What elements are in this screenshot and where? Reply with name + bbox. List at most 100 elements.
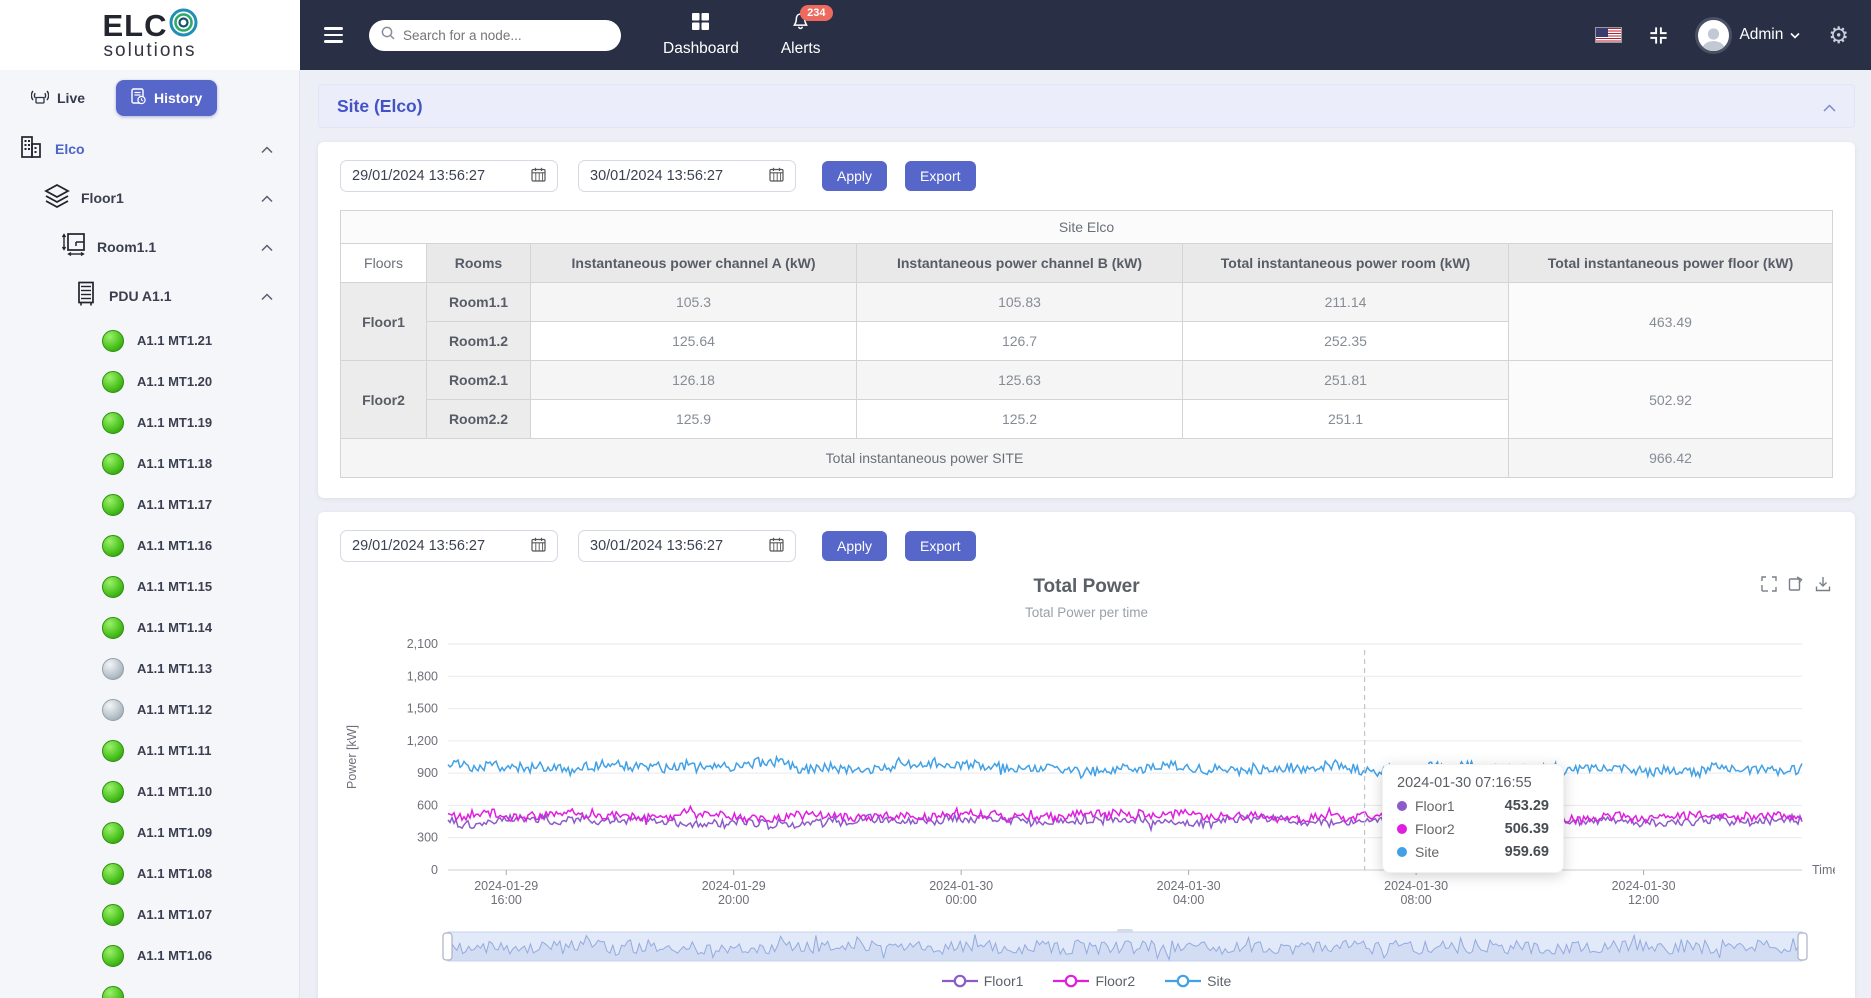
meter-item[interactable]: A1.1 MT1.06 <box>0 935 299 976</box>
meter-item[interactable]: A1.1 MT1.07 <box>0 894 299 935</box>
meter-item[interactable]: A1.1 MT1.15 <box>0 566 299 607</box>
meter-label: A1.1 MT1.18 <box>137 456 212 471</box>
tab-history-label: History <box>154 90 202 106</box>
calendar-icon[interactable] <box>769 537 784 556</box>
apply-button[interactable]: Apply <box>822 161 887 191</box>
legend-item-floor1[interactable]: Floor1 <box>942 973 1024 989</box>
restore-icon[interactable] <box>1788 576 1804 597</box>
nav-alerts[interactable]: 234 Alerts <box>781 12 821 58</box>
meter-item[interactable]: A1.1 MT1.09 <box>0 812 299 853</box>
table-title: Site Elco <box>341 211 1833 244</box>
table-filter-row: 29/01/2024 13:56:27 30/01/2024 13:56:27 … <box>340 160 1833 192</box>
chart-to-date-input[interactable]: 30/01/2024 13:56:27 <box>578 530 796 562</box>
total-power-line-chart[interactable]: 03006009001,2001,5001,8002,100Power [kW]… <box>340 624 1835 914</box>
brand-name: ELC <box>103 8 198 42</box>
meter-item[interactable]: A1.1 MT1.08 <box>0 853 299 894</box>
user-menu[interactable]: Admin <box>1695 17 1800 54</box>
room-total-cell: 211.14 <box>1183 283 1509 322</box>
search-input[interactable] <box>403 28 609 43</box>
table-from-date-input[interactable]: 29/01/2024 13:56:27 <box>340 160 558 192</box>
save-image-icon[interactable] <box>1815 576 1831 597</box>
meter-item[interactable]: A1.1 MT1.13 <box>0 648 299 689</box>
tooltip-timestamp: 2024-01-30 07:16:55 <box>1397 775 1549 791</box>
slider-right-handle[interactable] <box>1798 933 1807 960</box>
tree-node-pdu-a1-1[interactable]: PDU A1.1 <box>0 271 299 320</box>
to-date-value: 30/01/2024 13:56:27 <box>590 168 723 184</box>
meter-label: A1.1 MT1.21 <box>137 333 212 348</box>
site-panel-header[interactable]: Site (Elco) <box>318 84 1855 128</box>
legend-item-floor2[interactable]: Floor2 <box>1053 973 1135 989</box>
svg-text:2024-01-30: 2024-01-30 <box>929 879 993 893</box>
status-green-icon <box>102 494 124 516</box>
export-button[interactable]: Export <box>905 531 975 561</box>
floor-cell: Floor1 <box>341 283 427 361</box>
room-cell: Room1.1 <box>427 283 531 322</box>
legend-marker-icon <box>942 974 978 988</box>
meter-label: A1.1 MT1.07 <box>137 907 212 922</box>
table-row: Floor2Room2.1126.18125.63251.81502.92 <box>341 361 1833 400</box>
meter-item[interactable]: A1.1 MT1.11 <box>0 730 299 771</box>
status-green-icon <box>102 330 124 352</box>
meter-item[interactable]: A1.1 MT1.19 <box>0 402 299 443</box>
svg-text:2024-01-30: 2024-01-30 <box>1157 879 1221 893</box>
tree-node-elco[interactable]: Elco <box>0 124 299 173</box>
brand-logo[interactable]: ELC solutions <box>0 0 300 70</box>
chart-area: 03006009001,2001,5001,8002,100Power [kW]… <box>340 624 1833 919</box>
svg-text:12:00: 12:00 <box>1628 893 1659 907</box>
meter-label: A1.1 MT1.12 <box>137 702 212 717</box>
floor-total-cell: 463.49 <box>1509 283 1833 361</box>
slider-left-handle[interactable] <box>443 933 452 960</box>
calendar-icon[interactable] <box>531 167 546 186</box>
calendar-icon[interactable] <box>769 167 784 186</box>
tab-live[interactable]: Live <box>16 81 100 115</box>
table-to-date-input[interactable]: 30/01/2024 13:56:27 <box>578 160 796 192</box>
datazoom-slider[interactable] <box>340 929 1835 965</box>
meter-item[interactable]: A1.1 MT1.18 <box>0 443 299 484</box>
meter-item[interactable]: A1.1 MT1.21 <box>0 320 299 361</box>
calendar-icon[interactable] <box>531 537 546 556</box>
tree-node-room1-1[interactable]: Room1.1 <box>0 222 299 271</box>
apply-button[interactable]: Apply <box>822 531 887 561</box>
export-button[interactable]: Export <box>905 161 975 191</box>
meter-item[interactable]: A1.1 MT1.20 <box>0 361 299 402</box>
tree-node-floor1[interactable]: Floor1 <box>0 173 299 222</box>
us-flag-icon[interactable] <box>1595 27 1622 43</box>
svg-text:2024-01-30: 2024-01-30 <box>1384 879 1448 893</box>
meter-item[interactable]: A1.1 MT1.17 <box>0 484 299 525</box>
gear-icon[interactable]: ⚙ <box>1828 24 1849 47</box>
tree-node-label: Room1.1 <box>97 239 156 255</box>
nav-dashboard[interactable]: Dashboard <box>663 12 739 58</box>
chart-title: Total Power <box>340 576 1833 598</box>
panel-collapse-chevron-up-icon[interactable] <box>1823 96 1836 117</box>
compress-icon[interactable] <box>1648 25 1669 46</box>
site-table-card: 29/01/2024 13:56:27 30/01/2024 13:56:27 … <box>318 142 1855 498</box>
tooltip-series-name: Floor2 <box>1415 821 1455 837</box>
column-header: Rooms <box>427 244 531 283</box>
room-cell: Room2.2 <box>427 400 531 439</box>
menu-icon[interactable] <box>324 27 343 43</box>
legend-item-site[interactable]: Site <box>1165 973 1231 989</box>
room-cell: Room2.1 <box>427 361 531 400</box>
tab-history[interactable]: History <box>116 80 217 116</box>
svg-text:2,100: 2,100 <box>407 637 438 651</box>
chevron-up-icon[interactable] <box>261 288 273 304</box>
logo-swirl-icon <box>168 8 198 42</box>
meter-item[interactable]: A1.1 MT1.16 <box>0 525 299 566</box>
alerts-count-badge: 234 <box>800 5 832 21</box>
node-search[interactable] <box>369 20 621 51</box>
chevron-down-icon <box>1790 26 1800 44</box>
zoom-select-icon[interactable] <box>1761 576 1777 597</box>
dashboard-grid-icon <box>691 12 710 36</box>
chevron-up-icon[interactable] <box>261 190 273 206</box>
meter-item[interactable]: A1.1 MT1.12 <box>0 689 299 730</box>
meter-item[interactable]: A1.1 MT1.14 <box>0 607 299 648</box>
history-icon <box>131 88 146 108</box>
chevron-up-icon[interactable] <box>261 239 273 255</box>
status-green-icon <box>102 453 124 475</box>
room-cell: Room1.2 <box>427 322 531 361</box>
chevron-up-icon[interactable] <box>261 141 273 157</box>
chart-from-date-input[interactable]: 29/01/2024 13:56:27 <box>340 530 558 562</box>
meter-item[interactable] <box>0 976 299 998</box>
meter-item[interactable]: A1.1 MT1.10 <box>0 771 299 812</box>
series-dot-icon <box>1397 801 1407 811</box>
